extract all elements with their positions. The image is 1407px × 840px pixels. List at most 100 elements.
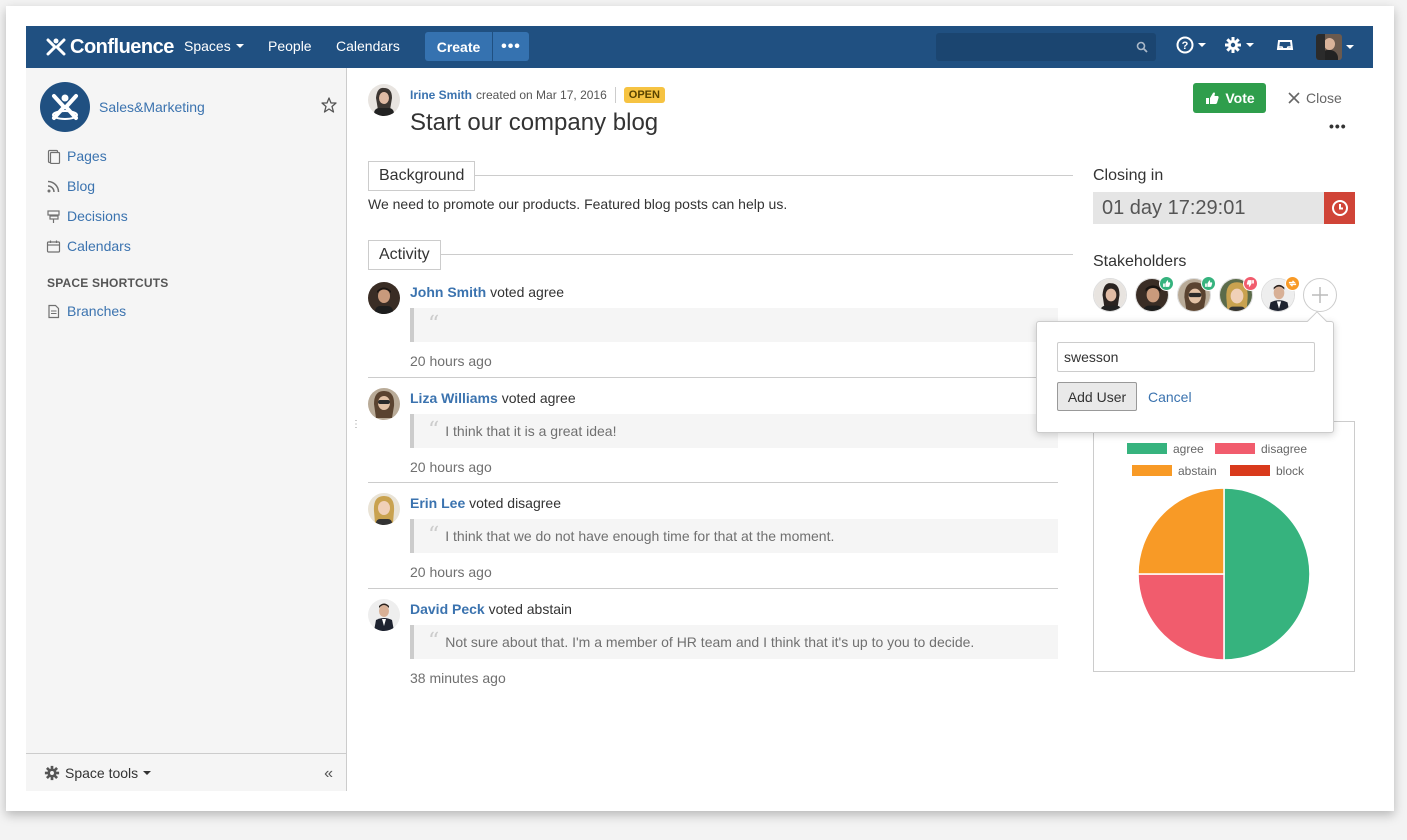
stakeholder-avatar[interactable]	[1093, 278, 1127, 312]
activity-item: John Smith voted agree “ 20 hours ago	[368, 282, 1058, 382]
chevron-down-icon	[235, 44, 244, 48]
space-shortcuts-heading: SPACE SHORTCUTS	[47, 276, 169, 290]
inbox-icon	[1276, 40, 1294, 50]
activity-item: Erin Lee voted disagree “ I think that w…	[368, 493, 1058, 593]
pie-slice-disagree	[1137, 573, 1225, 661]
top-navigation-bar: Confluence Spaces People Calendars Creat…	[26, 26, 1373, 68]
activity-header: John Smith voted agree	[410, 284, 564, 300]
confluence-logo[interactable]: Confluence	[46, 34, 174, 60]
pie-slice-agree	[1223, 487, 1311, 661]
timestamp: 20 hours ago	[410, 564, 492, 580]
space-name[interactable]: Sales&Marketing	[99, 99, 205, 115]
created-text: created on Mar 17, 2016	[476, 88, 607, 102]
sidebar-footer: Space tools «	[26, 753, 347, 791]
user-search-input[interactable]	[1057, 342, 1315, 372]
timestamp: 38 minutes ago	[410, 670, 506, 686]
vote-icon	[1206, 92, 1220, 104]
vote-label: Vote	[1225, 90, 1255, 106]
activity-item: David Peck voted abstain “ Not sure abou…	[368, 599, 1058, 699]
countdown-timer: 01 day 17:29:01	[1093, 192, 1324, 224]
activity-item: Liza Williams voted agree “ I think that…	[368, 388, 1058, 488]
nav-calendars[interactable]: Calendars	[336, 38, 400, 54]
nav-spaces-label: Spaces	[184, 38, 231, 54]
avatar[interactable]	[368, 493, 400, 525]
vote-action: voted abstain	[488, 601, 572, 617]
avatar[interactable]	[368, 282, 400, 314]
vote-action: voted agree	[501, 390, 576, 406]
pages-icon	[47, 149, 61, 164]
comment-quote: “	[410, 308, 1058, 342]
sidebar-item-decisions[interactable]: Decisions	[46, 208, 128, 224]
chevron-down-icon	[143, 771, 152, 775]
gear-icon	[44, 765, 60, 781]
avatar[interactable]	[368, 599, 400, 631]
user-link[interactable]: John Smith	[410, 284, 486, 300]
nav-calendars-label: Calendars	[336, 38, 400, 54]
create-more-button[interactable]: •••	[493, 32, 529, 61]
page-title: Start our company blog	[410, 109, 659, 136]
chevron-down-icon	[1198, 43, 1206, 47]
confluence-logo-icon	[46, 38, 66, 56]
legend-label-block: block	[1276, 464, 1305, 478]
decision-meta: Irine Smith created on Mar 17, 2016 OPEN	[410, 87, 665, 103]
comment-text: I think that we do not have enough time …	[445, 528, 835, 544]
close-label: Close	[1306, 90, 1342, 106]
collapse-sidebar-button[interactable]: «	[324, 765, 333, 783]
comment-quote: “ I think that it is a great idea!	[410, 414, 1058, 448]
sidebar-item-blog[interactable]: Blog	[46, 178, 95, 194]
avatar[interactable]	[368, 388, 400, 420]
space-logo[interactable]	[40, 82, 90, 132]
vote-chart: agree disagree abstain block	[1093, 421, 1355, 672]
space-tools-label: Space tools	[65, 765, 139, 781]
user-link[interactable]: Erin Lee	[410, 495, 465, 511]
more-actions-button[interactable]: •••	[1329, 118, 1347, 134]
user-avatar	[1316, 34, 1342, 60]
sidebar-item-branches[interactable]: Branches	[46, 303, 126, 319]
sidebar-item-pages[interactable]: Pages	[46, 148, 107, 164]
calendar-icon	[46, 240, 61, 253]
quote-icon: “	[428, 629, 440, 654]
chevron-down-icon	[1246, 43, 1254, 47]
user-menu[interactable]	[1316, 34, 1354, 60]
nav-people[interactable]: People	[268, 38, 312, 54]
user-link[interactable]: David Peck	[410, 601, 485, 617]
vote-button[interactable]: Vote	[1193, 83, 1266, 113]
pie-chart: agree disagree abstain block	[1127, 442, 1311, 661]
close-decision-button[interactable]: Close	[1288, 90, 1342, 106]
pie-slice-abstain	[1137, 487, 1225, 575]
add-stakeholder-button[interactable]	[1303, 278, 1337, 312]
user-link[interactable]: Liza Williams	[410, 390, 498, 406]
divider	[614, 87, 616, 103]
help-menu[interactable]: ?	[1176, 36, 1206, 54]
vote-action: voted disagree	[469, 495, 561, 511]
legend-label-disagree: disagree	[1261, 442, 1307, 456]
notifications-button[interactable]	[1276, 36, 1294, 54]
vote-action: voted agree	[490, 284, 565, 300]
settings-menu[interactable]	[1224, 36, 1254, 54]
create-button[interactable]: Create	[425, 32, 492, 61]
search-icon	[1136, 41, 1148, 53]
nav-spaces[interactable]: Spaces	[184, 38, 244, 54]
quote-icon: “	[428, 523, 440, 548]
divider	[441, 254, 1073, 255]
legend-label-abstain: abstain	[1178, 464, 1217, 478]
sidebar-item-label: Decisions	[67, 208, 128, 224]
sidebar-item-calendars[interactable]: Calendars	[46, 238, 131, 254]
space-tools-button[interactable]: Space tools	[44, 765, 152, 781]
legend-swatch-agree	[1127, 443, 1167, 454]
comment-text: I think that it is a great idea!	[445, 423, 617, 439]
timestamp: 20 hours ago	[410, 459, 492, 475]
add-user-button[interactable]: Add User	[1057, 382, 1137, 411]
search-input[interactable]	[936, 33, 1156, 61]
status-badge: OPEN	[623, 87, 665, 103]
sidebar-resize-handle[interactable]: ⋮	[351, 420, 361, 430]
cancel-link[interactable]: Cancel	[1148, 389, 1192, 405]
star-icon[interactable]	[321, 97, 337, 113]
nav-people-label: People	[268, 38, 312, 54]
close-icon	[1288, 92, 1300, 104]
author-link[interactable]: Irine Smith	[410, 88, 472, 102]
gear-icon	[1225, 37, 1241, 53]
set-deadline-button[interactable]	[1324, 192, 1355, 224]
chevron-down-icon	[1346, 45, 1354, 49]
author-avatar[interactable]	[368, 84, 400, 116]
